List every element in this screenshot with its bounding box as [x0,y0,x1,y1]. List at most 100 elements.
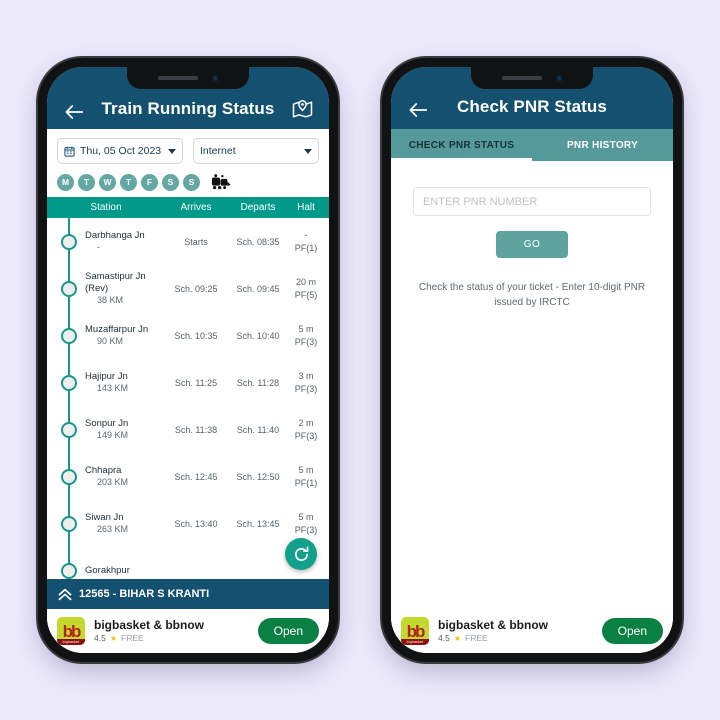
ad-icon-text: bb [62,621,82,641]
day-chip-sun[interactable]: S [183,173,200,191]
ad-rating: 4.5 [94,633,106,644]
station-halt-cell: 2 m PF(3) [289,417,323,441]
station-arrives: Sch. 13:40 [174,518,218,529]
station-halt-cell: 20 m PF(5) [289,276,323,300]
back-button[interactable] [61,105,87,119]
front-camera [555,74,563,82]
station-departs: Sch. 10:40 [236,330,280,341]
station-table-header: Station Arrives Departs Halt [47,197,329,218]
ad-open-button[interactable]: Open [257,618,319,644]
table-row[interactable]: Sonpur Jn 149 KM Sch. 11:38 Sch. 11:40 2… [47,406,329,453]
map-location-button[interactable] [289,100,315,119]
ad-price: FREE [121,633,144,644]
table-row[interactable]: Muzaffarpur Jn 90 KM Sch. 10:35 Sch. 10:… [47,312,329,359]
ad-text-block: bigbasket & bbnow 4.5 ★ FREE [94,618,249,645]
back-button[interactable] [405,103,431,117]
station-arrives: Sch. 12:45 [174,471,218,482]
selected-train-bar[interactable]: 12565 - BIHAR S KRANTI [47,579,329,609]
station-dot-icon [61,468,77,485]
ad-icon-text: bb [406,621,426,641]
station-halt: - [304,230,308,241]
station-distance: 263 KM [97,523,129,534]
map-location-icon [292,100,312,118]
go-button[interactable]: GO [495,231,569,258]
station-dot-icon [61,280,77,297]
ad-icon-footer: bigbasket [57,639,85,645]
star-icon: ★ [453,633,461,643]
column-header-departs: Departs [240,202,276,213]
running-days-row: M T W T F S S [47,170,329,197]
tab-bar: CHECK PNR STATUS PNR HISTORY [391,129,673,161]
day-chip-mon[interactable]: M [57,173,74,191]
station-dot-icon [61,515,77,532]
filter-row: Thu, 05 Oct 2023 Internet [47,129,329,170]
station-halt: 5 m [298,324,314,335]
station-halt: 3 m [298,371,314,382]
star-icon: ★ [109,633,117,643]
column-header-station: Station [90,202,122,213]
station-platform: PF(1) [294,477,318,488]
table-row[interactable]: Hajipur Jn 143 KM Sch. 11:25 Sch. 11:28 … [47,359,329,406]
station-halt: 5 m [298,512,314,523]
ad-banner[interactable]: bb bigbasket bigbasket & bbnow 4.5 ★ FRE… [391,609,673,653]
day-chip-sat[interactable]: S [162,173,179,191]
selected-train-label: 12565 - BIHAR S KRANTI [79,588,210,600]
station-distance: 90 KM [97,335,124,346]
day-chip-thu[interactable]: T [120,173,137,191]
train-coach-icon[interactable] [211,173,231,191]
station-arrives: Sch. 09:25 [174,283,218,294]
station-list[interactable]: Darbhanga Jn - Starts Sch. 08:35 - PF(1)… [47,218,329,579]
tab-pnr-history[interactable]: PNR HISTORY [532,129,673,161]
date-select[interactable]: Thu, 05 Oct 2023 [57,138,183,164]
station-name: Chhapra [85,464,122,476]
station-departs: Sch. 13:45 [236,518,280,529]
front-camera [211,74,219,82]
station-dot-icon [61,421,77,438]
station-dot-icon [61,374,77,391]
tab-check-pnr-status[interactable]: CHECK PNR STATUS [391,129,532,161]
bigbasket-logo-icon: bb bigbasket [401,617,429,645]
station-halt: 5 m [298,465,314,476]
station-dot-icon [61,562,77,579]
station-halt: 2 m [298,418,314,429]
ad-rating: 4.5 [438,633,450,644]
day-chip-fri[interactable]: F [141,173,158,191]
station-platform: PF(3) [294,336,318,347]
station-platform: PF(3) [294,383,318,394]
station-platform: PF(3) [294,430,318,441]
station-distance: - [97,241,100,252]
pnr-input[interactable]: ENTER PNR NUMBER [413,187,651,216]
page-title: Check PNR Status [457,97,607,116]
day-chip-wed[interactable]: W [99,173,116,191]
refresh-button[interactable] [285,538,317,570]
pnr-hint-text: Check the status of your ticket - Enter … [418,282,646,308]
station-departs: Sch. 11:40 [236,424,280,435]
table-row[interactable]: Chhapra 203 KM Sch. 12:45 Sch. 12:50 5 m… [47,453,329,500]
table-row[interactable]: Darbhanga Jn - Starts Sch. 08:35 - PF(1) [47,218,329,265]
back-arrow-icon [65,105,83,119]
phone-left-train-running-status: Train Running Status Thu, 05 Oct 2023 In… [38,58,338,662]
refresh-icon [294,545,308,561]
station-halt-cell: 5 m PF(3) [289,323,323,347]
station-departs: Sch. 12:50 [236,471,280,482]
table-row[interactable]: Siwan Jn 263 KM Sch. 13:40 Sch. 13:45 5 … [47,500,329,547]
station-name: Hajipur Jn [85,370,128,382]
station-arrives: Sch. 11:38 [174,424,218,435]
earpiece-speaker [157,76,198,80]
screen-check-pnr-status: Check PNR Status CHECK PNR STATUS PNR HI… [391,67,673,653]
bigbasket-logo-icon: bb bigbasket [57,617,85,645]
station-name: Samastipur Jn (Rev) [85,271,146,294]
ad-banner[interactable]: bb bigbasket bigbasket & bbnow 4.5 ★ FRE… [47,609,329,653]
ad-subtitle: 4.5 ★ FREE [94,633,249,644]
station-departs: Sch. 09:45 [236,283,280,294]
day-chip-tue[interactable]: T [78,173,95,191]
source-select[interactable]: Internet [193,138,319,164]
station-halt-cell: 5 m PF(3) [289,511,323,535]
screen-train-running-status: Train Running Status Thu, 05 Oct 2023 In… [47,67,329,653]
station-name: Gorakhpur [85,564,130,576]
station-arrives: Sch. 11:25 [174,377,218,388]
station-halt-cell: - PF(1) [289,229,323,253]
ad-text-block: bigbasket & bbnow 4.5 ★ FREE [438,618,593,645]
ad-open-button[interactable]: Open [601,618,663,644]
table-row[interactable]: Samastipur Jn (Rev) 38 KM Sch. 09:25 Sch… [47,265,329,312]
